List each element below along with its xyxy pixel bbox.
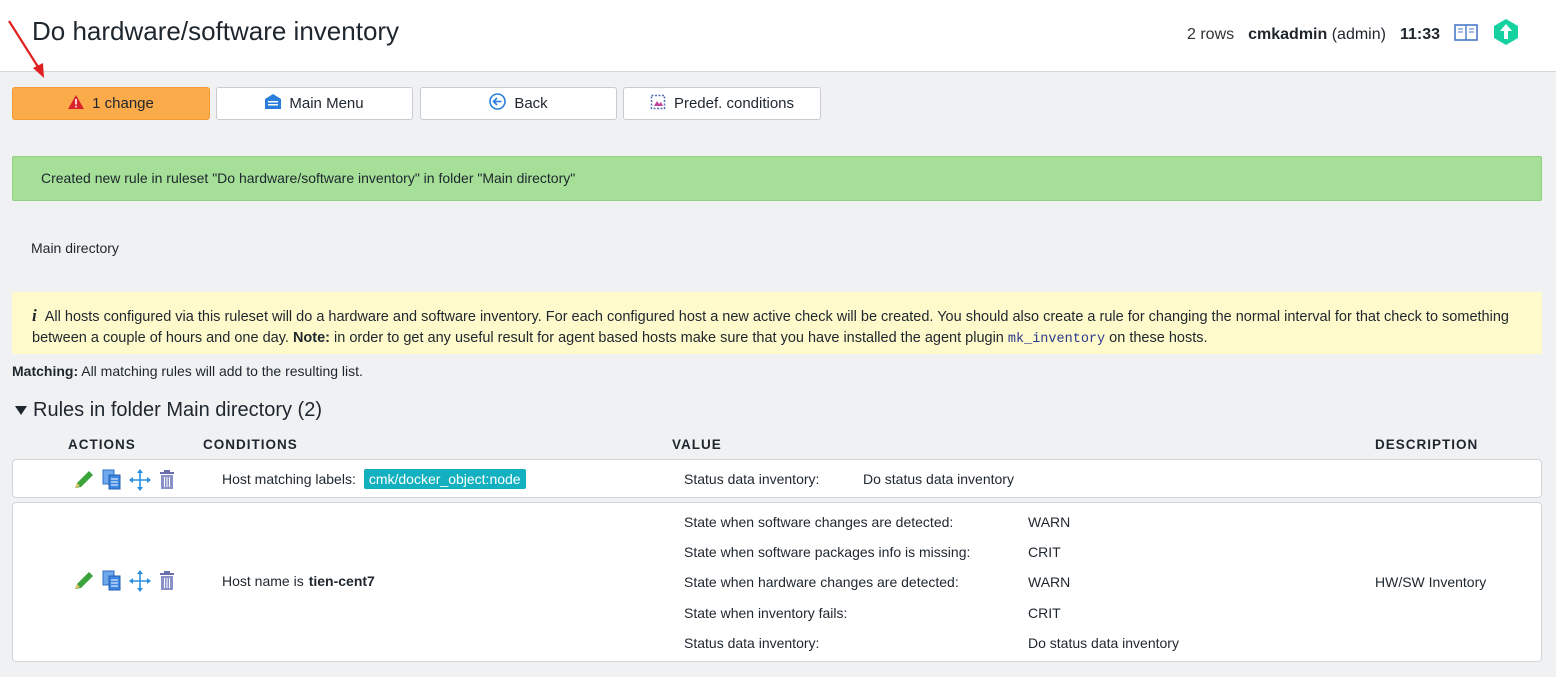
checkmk-logo-icon[interactable] [1492, 18, 1520, 51]
rules-section-header[interactable]: Rules in folder Main directory (2) [15, 399, 322, 422]
ruleset-help-box: i All hosts configured via this ruleset w… [12, 292, 1542, 354]
help-code: mk_inventory [1007, 332, 1106, 347]
move-icon[interactable] [129, 469, 151, 496]
matching-text: All matching rules will add to the resul… [81, 363, 363, 379]
value-key: State when software changes are detected… [684, 514, 954, 530]
value-value: WARN [1028, 574, 1071, 590]
col-header-value: VALUE [672, 437, 722, 452]
value-value: Do status data inventory [863, 471, 1014, 487]
predef-conditions-label: Predef. conditions [673, 95, 795, 112]
main-menu-button[interactable]: Main Menu [216, 87, 413, 120]
warning-icon [68, 94, 85, 113]
value-key: State when software packages info is mis… [684, 544, 971, 560]
value-key: Status data inventory: [684, 471, 820, 487]
success-message: Created new rule in ruleset "Do hardware… [12, 156, 1542, 201]
clock: 11:33 [1399, 25, 1440, 43]
edit-icon[interactable] [73, 470, 95, 495]
help-text-3: on these hosts. [1109, 330, 1208, 346]
rule-condition: Host name is tien-cent7 [222, 573, 375, 589]
value-value: CRIT [1028, 544, 1061, 560]
condition-host: tien-cent7 [308, 573, 375, 589]
rules-section-title: Rules in folder Main directory (2) [33, 399, 322, 421]
folder-breadcrumb[interactable]: Main directory [31, 240, 119, 256]
clone-icon[interactable] [102, 469, 122, 496]
value-value: CRIT [1028, 605, 1061, 621]
username: cmkadmin [1248, 25, 1328, 43]
help-book-icon[interactable] [1454, 22, 1478, 47]
main-menu-label: Main Menu [289, 95, 364, 112]
annotation-arrow-icon [8, 20, 44, 78]
delete-icon[interactable] [158, 470, 176, 495]
back-button[interactable]: Back [420, 87, 617, 120]
back-label: Back [514, 95, 548, 112]
predef-conditions-icon [650, 94, 666, 114]
value-key: State when hardware changes are detected… [684, 574, 959, 590]
move-icon[interactable] [129, 570, 151, 597]
main-menu-icon [265, 94, 282, 113]
condition-prefix: Host name is [222, 573, 304, 589]
back-icon [489, 93, 507, 114]
matching-info: Matching: All matching rules will add to… [12, 363, 363, 379]
help-text-2: in order to get any useful result for ag… [334, 330, 1004, 346]
rule-description: HW/SW Inventory [1375, 574, 1487, 590]
value-key: State when inventory fails: [684, 605, 848, 621]
value-value: Do status data inventory [1028, 635, 1179, 651]
edit-icon[interactable] [73, 571, 95, 596]
col-header-description: DESCRIPTION [1375, 437, 1479, 452]
rule-row: Host matching labels: cmk/docker_object:… [12, 459, 1542, 498]
user-role: (admin) [1331, 25, 1386, 43]
pending-changes-button[interactable]: 1 change [12, 87, 210, 120]
row-count: 2 rows [1187, 25, 1235, 43]
col-header-actions: ACTIONS [68, 437, 136, 452]
delete-icon[interactable] [158, 571, 176, 596]
rule-condition: Host matching labels: cmk/docker_object:… [222, 469, 526, 489]
clone-icon[interactable] [102, 570, 122, 597]
info-icon: i [32, 306, 37, 325]
value-value: WARN [1028, 514, 1071, 530]
predef-conditions-button[interactable]: Predef. conditions [623, 87, 821, 120]
rule-row: Host name is tien-cent7 State when softw… [12, 502, 1542, 662]
user-info: cmkadmin (admin) [1248, 26, 1386, 44]
header-status: 2 rows cmkadmin (admin) 11:33 [1187, 18, 1520, 51]
page-header: Do hardware/software inventory 2 rows cm… [0, 0, 1556, 72]
rule-actions [73, 570, 176, 597]
collapse-triangle-icon[interactable] [15, 399, 27, 422]
matching-label: Matching: [12, 363, 79, 379]
condition-prefix: Host matching labels: [222, 471, 356, 487]
host-label-chip[interactable]: cmk/docker_object:node [363, 469, 526, 489]
col-header-conditions: CONDITIONS [203, 437, 298, 452]
help-note-label: Note: [292, 330, 330, 346]
page-title: Do hardware/software inventory [32, 16, 400, 46]
rule-actions [73, 469, 176, 496]
pending-changes-label: 1 change [92, 95, 154, 112]
value-key: Status data inventory: [684, 635, 820, 651]
